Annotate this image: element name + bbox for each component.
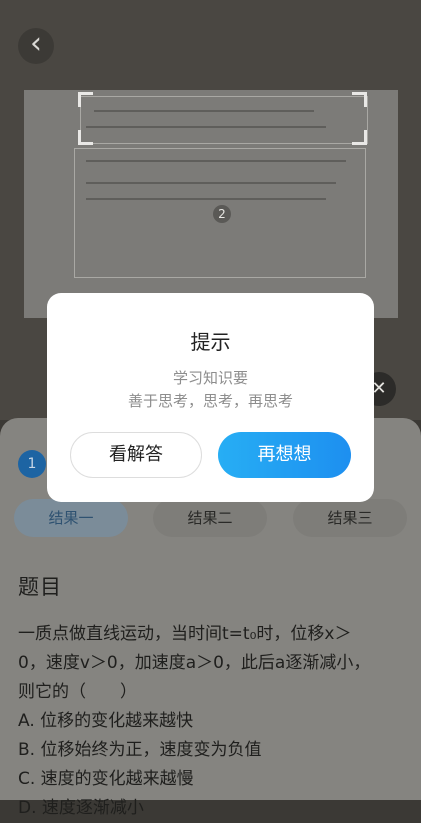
dialog-title: 提示 <box>190 330 231 354</box>
tab-result-3[interactable]: 结果三 <box>293 499 407 537</box>
section-title: 题目 <box>18 575 62 599</box>
dialog-message-line2: 善于思考，思考，再思考 <box>127 392 293 410</box>
corner-marker <box>78 92 93 107</box>
option-c: C. 速度的变化越来越慢 <box>18 769 194 789</box>
scan-region-1 <box>80 96 368 144</box>
question-line: 则它的（ ） <box>18 682 137 702</box>
option-d: D. 速度逐渐减小 <box>18 798 144 818</box>
corner-marker <box>78 130 93 145</box>
think-again-button[interactable]: 再想想 <box>218 432 351 478</box>
question-line: 一质点做直线运动，当时间t=t₀时，位移x＞ <box>18 624 352 644</box>
tab-result-1[interactable]: 结果一 <box>14 499 128 537</box>
region-number-badge[interactable]: 2 <box>213 205 231 223</box>
view-answer-button[interactable]: 看解答 <box>70 432 202 478</box>
chevron-left-icon: ‹ <box>30 26 42 61</box>
corner-marker <box>352 130 367 145</box>
corner-marker <box>352 92 367 107</box>
option-b: B. 位移始终为正，速度变为负值 <box>18 740 262 760</box>
dialog-message-line1: 学习知识要 <box>172 369 248 387</box>
hint-dialog: 提示 学习知识要 善于思考，思考，再思考 看解答 再想想 <box>47 293 374 502</box>
captured-photo <box>24 90 398 318</box>
step-badge: 1 <box>18 450 46 478</box>
back-button[interactable]: ‹ <box>18 28 54 64</box>
option-a: A. 位移的变化越来越快 <box>18 711 194 731</box>
question-line: 0，速度v＞0，加速度a＞0，此后a逐渐减小， <box>18 653 371 673</box>
question-text: 一质点做直线运动，当时间t=t₀时，位移x＞ 0，速度v＞0，加速度a＞0，此后… <box>18 620 408 823</box>
tab-result-2[interactable]: 结果二 <box>153 499 267 537</box>
